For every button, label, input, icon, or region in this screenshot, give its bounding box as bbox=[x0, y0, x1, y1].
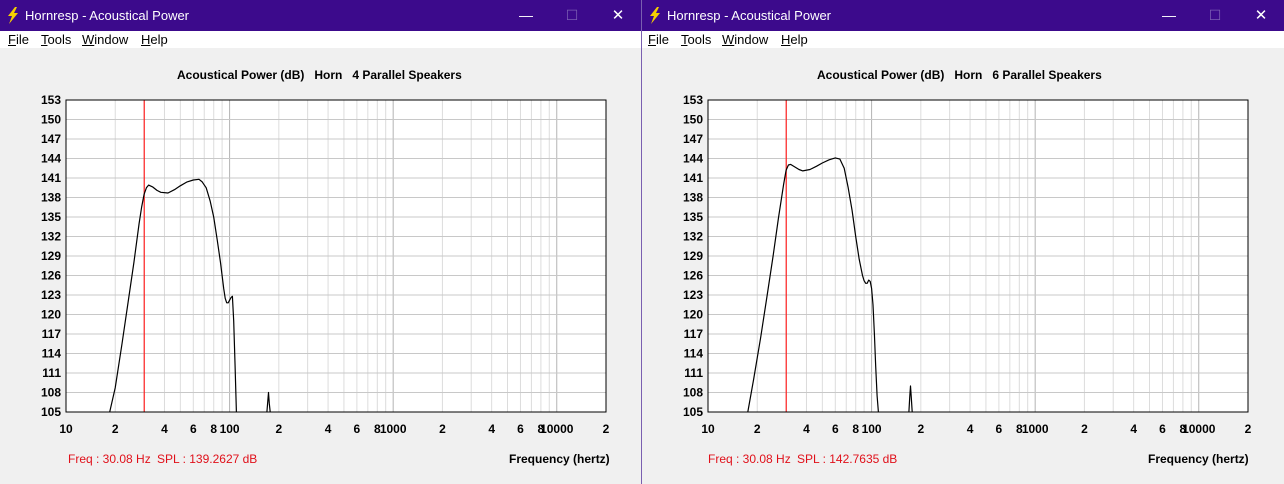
menu-window[interactable]: Window bbox=[82, 32, 128, 47]
y-tick-label: 117 bbox=[684, 327, 704, 341]
x-tick-label: 2 bbox=[112, 422, 119, 436]
x-tick-label: 4 bbox=[1130, 422, 1137, 436]
y-tick-label: 123 bbox=[683, 288, 703, 302]
x-tick-label: 1000 bbox=[380, 422, 407, 436]
x-tick-label: 10 bbox=[59, 422, 73, 436]
x-tick-label: 4 bbox=[161, 422, 168, 436]
y-tick-label: 108 bbox=[683, 386, 703, 400]
y-tick-label: 141 bbox=[683, 171, 703, 185]
spl-readout: SPL : 142.7635 dB bbox=[797, 452, 898, 466]
x-tick-label: 4 bbox=[488, 422, 495, 436]
acoustical-power-chart[interactable]: 1051081111141171201231261291321351381411… bbox=[642, 90, 1282, 450]
x-tick-label: 100 bbox=[862, 422, 882, 436]
title-bar[interactable]: Hornresp - Acoustical Power — ☐ ✕ bbox=[642, 0, 1284, 31]
x-axis-label: Frequency (hertz) bbox=[1148, 452, 1249, 466]
y-tick-label: 129 bbox=[683, 249, 703, 263]
y-tick-label: 150 bbox=[41, 113, 61, 127]
y-tick-label: 132 bbox=[683, 230, 703, 244]
freq-readout: Freq : 30.08 Hz bbox=[68, 452, 151, 466]
x-tick-label: 2 bbox=[754, 422, 761, 436]
y-tick-label: 111 bbox=[684, 366, 703, 380]
y-tick-label: 126 bbox=[683, 269, 703, 283]
maximize-button[interactable]: ☐ bbox=[1192, 0, 1238, 31]
title-bar[interactable]: Hornresp - Acoustical Power — ☐ ✕ bbox=[0, 0, 641, 31]
y-tick-label: 117 bbox=[42, 327, 62, 341]
chart-title: Acoustical Power (dB) Horn 6 Parallel Sp… bbox=[817, 68, 1102, 82]
x-tick-label: 6 bbox=[354, 422, 361, 436]
x-tick-label: 4 bbox=[967, 422, 974, 436]
spl-readout: SPL : 139.2627 dB bbox=[157, 452, 258, 466]
x-tick-label: 2 bbox=[917, 422, 924, 436]
y-tick-label: 111 bbox=[42, 366, 61, 380]
menu-bar: File Tools Window Help bbox=[0, 31, 641, 48]
x-tick-label: 8 bbox=[210, 422, 217, 436]
y-tick-label: 120 bbox=[683, 308, 703, 322]
y-tick-label: 135 bbox=[41, 210, 61, 224]
x-tick-label: 6 bbox=[996, 422, 1003, 436]
x-tick-label: 2 bbox=[1245, 422, 1252, 436]
y-tick-label: 138 bbox=[41, 191, 61, 205]
minimize-button[interactable]: — bbox=[503, 0, 549, 31]
y-tick-label: 108 bbox=[41, 386, 61, 400]
y-tick-label: 144 bbox=[41, 152, 61, 166]
y-tick-label: 153 bbox=[41, 93, 61, 107]
y-tick-label: 129 bbox=[41, 249, 61, 263]
maximize-button[interactable]: ☐ bbox=[549, 0, 595, 31]
freq-readout: Freq : 30.08 Hz bbox=[708, 452, 791, 466]
y-tick-label: 123 bbox=[41, 288, 61, 302]
x-tick-label: 6 bbox=[1159, 422, 1166, 436]
y-tick-label: 120 bbox=[41, 308, 61, 322]
y-tick-label: 114 bbox=[42, 347, 62, 361]
x-tick-label: 2 bbox=[439, 422, 446, 436]
y-tick-label: 114 bbox=[684, 347, 704, 361]
hornresp-window-right[interactable]: Hornresp - Acoustical Power — ☐ ✕ File T… bbox=[642, 0, 1284, 484]
x-tick-label: 10000 bbox=[540, 422, 574, 436]
lightning-icon bbox=[650, 7, 660, 24]
x-tick-label: 8 bbox=[852, 422, 859, 436]
menu-tools[interactable]: Tools bbox=[41, 32, 71, 47]
y-tick-label: 153 bbox=[683, 93, 703, 107]
x-tick-label: 4 bbox=[325, 422, 332, 436]
menu-window[interactable]: Window bbox=[722, 32, 768, 47]
close-button[interactable]: ✕ bbox=[595, 0, 641, 31]
x-tick-label: 1000 bbox=[1022, 422, 1049, 436]
x-tick-label: 2 bbox=[603, 422, 610, 436]
y-tick-label: 105 bbox=[683, 405, 703, 419]
x-tick-label: 10 bbox=[701, 422, 715, 436]
x-tick-label: 10000 bbox=[1182, 422, 1216, 436]
menu-bar: File Tools Window Help bbox=[642, 31, 1284, 48]
menu-file[interactable]: File bbox=[8, 32, 29, 47]
menu-help[interactable]: Help bbox=[141, 32, 168, 47]
x-tick-label: 6 bbox=[832, 422, 839, 436]
acoustical-power-chart[interactable]: 1051081111141171201231261291321351381411… bbox=[0, 90, 640, 450]
y-tick-label: 138 bbox=[683, 191, 703, 205]
chart-title: Acoustical Power (dB) Horn 4 Parallel Sp… bbox=[177, 68, 462, 82]
y-tick-label: 147 bbox=[41, 132, 61, 146]
y-tick-label: 105 bbox=[41, 405, 61, 419]
y-tick-label: 144 bbox=[683, 152, 703, 166]
x-axis-label: Frequency (hertz) bbox=[509, 452, 610, 466]
hornresp-window-left[interactable]: Hornresp - Acoustical Power — ☐ ✕ File T… bbox=[0, 0, 642, 484]
menu-tools[interactable]: Tools bbox=[681, 32, 711, 47]
y-tick-label: 132 bbox=[41, 230, 61, 244]
y-tick-label: 150 bbox=[683, 113, 703, 127]
x-tick-label: 2 bbox=[1081, 422, 1088, 436]
menu-file[interactable]: File bbox=[648, 32, 669, 47]
y-tick-label: 147 bbox=[683, 132, 703, 146]
x-tick-label: 2 bbox=[275, 422, 282, 436]
y-tick-label: 135 bbox=[683, 210, 703, 224]
x-tick-label: 4 bbox=[803, 422, 810, 436]
x-tick-label: 6 bbox=[190, 422, 197, 436]
window-title: Hornresp - Acoustical Power bbox=[25, 8, 190, 23]
menu-help[interactable]: Help bbox=[781, 32, 808, 47]
x-tick-label: 6 bbox=[517, 422, 524, 436]
y-tick-label: 126 bbox=[41, 269, 61, 283]
window-title: Hornresp - Acoustical Power bbox=[667, 8, 832, 23]
close-button[interactable]: ✕ bbox=[1238, 0, 1284, 31]
minimize-button[interactable]: — bbox=[1146, 0, 1192, 31]
lightning-icon bbox=[8, 7, 18, 24]
x-tick-label: 100 bbox=[220, 422, 240, 436]
y-tick-label: 141 bbox=[41, 171, 61, 185]
